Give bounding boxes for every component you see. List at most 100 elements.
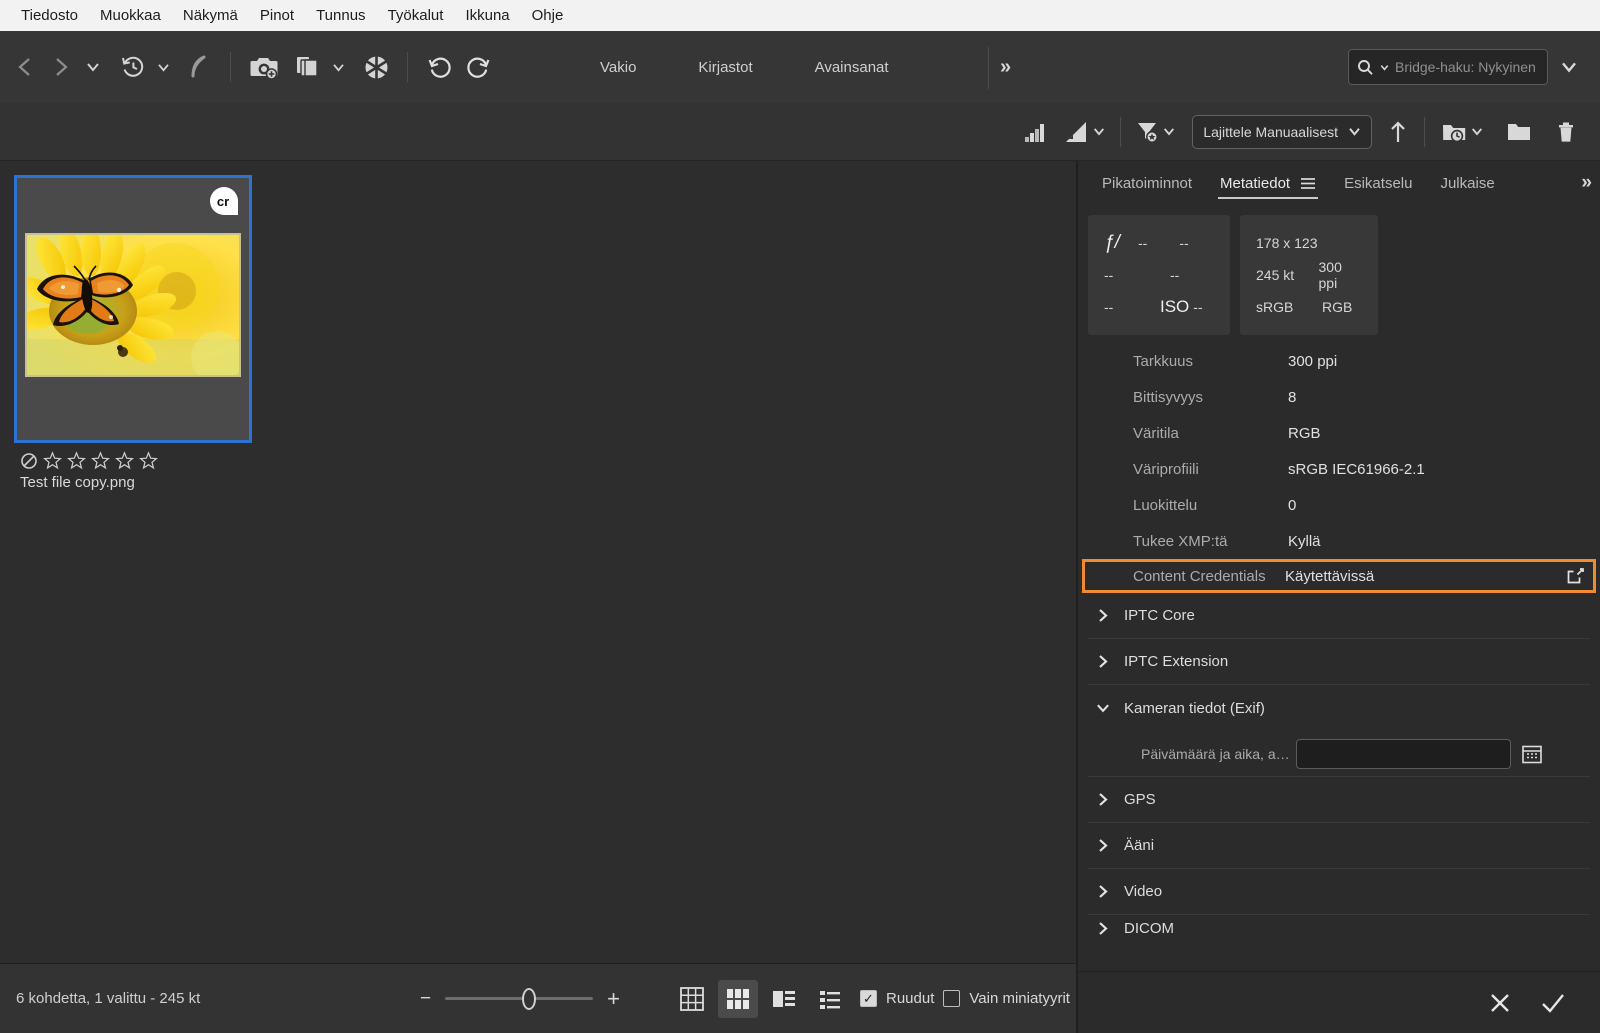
toolbar-divider [988,47,989,89]
tab-metatiedot[interactable]: Metatiedot [1206,161,1330,205]
menu-item-help[interactable]: Ohje [521,5,575,26]
duplicate-files-icon[interactable] [291,50,325,84]
zoom-slider-handle[interactable] [522,988,537,1010]
zoom-control: − + [420,986,620,1012]
close-icon[interactable] [1488,991,1512,1015]
content-panel: cr Test file copy.png 6 kohdetta, 1 vali… [0,161,1078,1033]
chevron-down-icon[interactable] [327,50,349,84]
zoom-slider[interactable] [445,988,594,1010]
search-options-chevron-icon[interactable] [1560,61,1578,73]
menu-item-file[interactable]: Tiedosto [10,5,89,26]
star-icon[interactable] [115,451,134,470]
status-text: 6 kohdetta, 1 valittu - 245 kt [16,990,201,1007]
content-credentials-badge[interactable]: cr [209,186,239,216]
thumbnail-frame[interactable]: cr [14,175,252,443]
thumbnail-grid[interactable]: cr Test file copy.png [0,161,1076,963]
back-arrow-icon[interactable] [8,50,42,84]
path-toolbar: Lajittele Manuaalisest [0,103,1600,161]
sort-ascending-button[interactable] [1389,120,1407,144]
checkbox-vain-miniatyyrit[interactable]: ✓ [943,990,961,1007]
panel-overflow-button[interactable]: » [1581,172,1592,194]
metadata-row-content-credentials[interactable]: Content Credentials Käytettävissä [1082,559,1596,593]
section-dicom[interactable]: DICOM [1088,915,1590,941]
tab-esikatselu[interactable]: Esikatselu [1330,161,1426,205]
menu-item-window[interactable]: Ikkuna [454,5,520,26]
camera-placard-r2c2: -- [1170,267,1180,283]
section-label: Kameran tiedot (Exif) [1124,699,1265,717]
view-list-icon[interactable] [810,980,850,1018]
star-icon[interactable] [91,451,110,470]
search-input[interactable]: Bridge-haku: Nykyinen [1348,49,1548,85]
rotate-clockwise-icon[interactable] [460,50,496,84]
section-kameran-tiedot-exif[interactable]: Kameran tiedot (Exif) [1088,685,1590,731]
rotate-counterclockwise-icon[interactable] [422,50,458,84]
view-details-icon[interactable] [764,980,804,1018]
rating-filter-dropdown-icon[interactable] [1064,120,1105,144]
view-thumbnails-icon[interactable] [718,979,758,1018]
reject-icon[interactable] [20,452,38,470]
workspace-tabs: Vakio Kirjastot Avainsanat [600,31,889,103]
star-icon[interactable] [139,451,158,470]
metadata-row-varitila: Väritila RGB [1088,415,1590,451]
new-folder-icon[interactable] [1506,120,1532,144]
tab-julkaise[interactable]: Julkaise [1426,161,1508,205]
zoom-in-button[interactable]: + [607,986,620,1012]
hamburger-menu-icon[interactable] [1300,177,1316,190]
workspace-overflow-button[interactable]: » [1000,31,1011,103]
trash-icon[interactable] [1555,120,1577,144]
boomerang-icon[interactable] [182,50,216,84]
section-aani[interactable]: Ääni [1088,823,1590,869]
status-bar: 6 kohdetta, 1 valittu - 245 kt − + ✓ Ruu… [0,963,1076,1033]
metadata-label: Väritila [1133,424,1179,442]
section-iptc-core[interactable]: IPTC Core [1088,593,1590,639]
camera-placard: ƒ/ -- -- -- -- -- ISO -- [1088,215,1230,335]
menu-item-label[interactable]: Tunnus [305,5,376,26]
metadata-label: Tukee XMP:tä [1133,532,1228,550]
checkbox-ruudut[interactable]: ✓ [860,990,877,1007]
view-grid-icon[interactable] [672,980,712,1018]
exif-date-input[interactable] [1296,738,1511,769]
chevron-down-icon[interactable] [80,50,106,84]
section-video[interactable]: Video [1088,869,1590,915]
menu-item-stacks[interactable]: Pinot [249,5,305,26]
forward-arrow-icon[interactable] [44,50,78,84]
sort-dropdown[interactable]: Lajittele Manuaalisest [1192,114,1372,149]
thumbnail-rating[interactable] [20,451,254,470]
star-icon[interactable] [43,451,62,470]
sort-dropdown-label: Lajittele Manuaalisest [1203,123,1338,140]
section-label: IPTC Extension [1124,653,1229,670]
calendar-icon[interactable] [1521,743,1543,765]
workspace-tab-vakio[interactable]: Vakio [600,59,636,76]
camera-add-icon[interactable] [245,50,283,84]
metadata-row-tukee-xmp: Tukee XMP:tä Kyllä [1088,523,1590,559]
check-icon[interactable] [1540,991,1566,1015]
toolbar-divider [1424,116,1425,147]
metadata-value: 300 ppi [1288,352,1338,370]
star-icon[interactable] [67,451,86,470]
chevron-down-icon[interactable] [152,50,174,84]
exif-date-field-row: Päivämäärä ja aika, a… [1088,731,1590,777]
section-iptc-extension[interactable]: IPTC Extension [1088,639,1590,685]
iso-symbol: ISO [1160,297,1190,316]
zoom-out-button[interactable]: − [420,988,431,1010]
rating-filter-icon[interactable] [1022,120,1046,144]
filter-funnel-icon[interactable] [1136,120,1175,144]
chevron-down-icon[interactable] [1380,64,1389,71]
section-label: GPS [1124,791,1156,808]
external-link-icon[interactable] [1567,567,1585,585]
toolbar-divider [1120,116,1122,147]
workspace-tab-kirjastot[interactable]: Kirjastot [698,59,752,76]
workspace-tab-avainsanat[interactable]: Avainsanat [815,59,889,76]
checkbox-ruudut-label: Ruudut [886,990,935,1007]
menu-item-edit[interactable]: Muokkaa [89,5,172,26]
tab-pikatoiminnot[interactable]: Pikatoiminnot [1088,161,1206,205]
history-clock-icon[interactable] [116,50,150,84]
section-gps[interactable]: GPS [1088,777,1590,823]
folder-clock-icon[interactable] [1442,120,1483,144]
menu-item-tools[interactable]: Työkalut [377,5,455,26]
thumbnail-cell[interactable]: cr Test file copy.png [14,175,254,491]
menu-item-view[interactable]: Näkymä [172,5,249,26]
aperture-refresh-icon[interactable] [359,50,393,84]
metadata-label: Väriprofiili [1133,460,1199,478]
file-placard: 178 x 123 245 kt 300 ppi sRGB RGB [1240,215,1378,335]
